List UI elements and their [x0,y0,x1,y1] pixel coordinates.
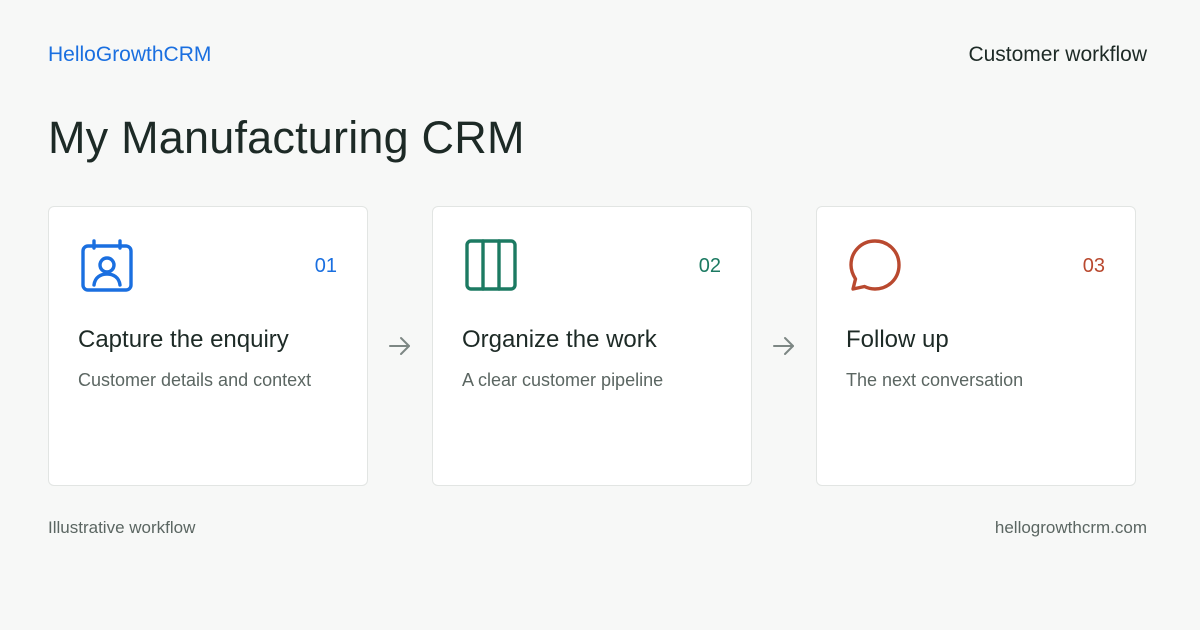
step-number: 01 [314,255,337,277]
section-label: Customer workflow [968,43,1147,66]
page-title: My Manufacturing CRM [48,112,525,163]
website-link[interactable]: hellogrowthcrm.com [995,518,1147,538]
step-card-capture: 01 Capture the enquiry Customer details … [48,206,368,486]
step-heading: Organize the work [462,326,657,353]
step-description: A clear customer pipeline [462,370,664,390]
step-number: 02 [698,255,721,277]
step-heading: Capture the enquiry [78,326,289,353]
chat-bubble-icon [848,238,902,292]
arrow-right-icon [771,333,797,359]
footer-note: Illustrative workflow [48,518,196,537]
brand-logo-text: HelloGrowthCRM [48,43,212,66]
step-card-follow-up: 03 Follow up The next conversation [816,206,1136,486]
step-heading: Follow up [846,326,949,353]
step-number: 03 [1082,255,1105,277]
columns-board-icon [464,238,518,292]
step-description: Customer details and context [78,370,312,390]
arrow-right-icon [387,333,413,359]
contact-card-icon [80,238,134,292]
step-card-organize: 02 Organize the work A clear customer pi… [432,206,752,486]
step-description: The next conversation [846,370,1024,390]
